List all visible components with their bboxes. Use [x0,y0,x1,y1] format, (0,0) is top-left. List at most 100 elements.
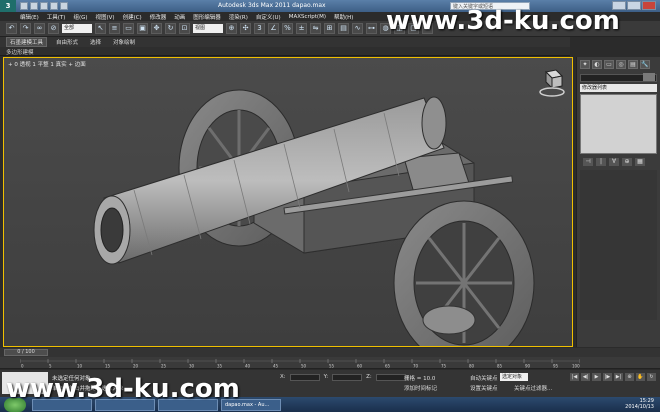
modify-tab-icon[interactable]: ◐ [592,60,602,69]
redo-icon[interactable] [60,2,68,10]
menu-create[interactable]: 创建(C) [123,13,142,21]
tick-label: 80 [469,364,475,369]
clock-date: 2014/10/13 [625,404,654,410]
ribbon-sub-label[interactable]: 多边形建模 [6,48,34,56]
orbit-icon[interactable]: ↻ [647,373,656,381]
percent-snap-icon[interactable]: % [282,23,293,34]
menu-animation[interactable]: 动画 [174,13,185,21]
pivot-icon[interactable]: ⊕ [226,23,237,34]
menu-group[interactable]: 组(G) [73,13,87,21]
make-unique-icon[interactable]: ∀ [609,158,619,166]
tab-graphite-modeling[interactable]: 石墨建模工具 [6,37,48,47]
layer-manager-icon[interactable]: ▤ [338,23,349,34]
remove-modifier-icon[interactable]: ⊕ [622,158,632,166]
save-file-icon[interactable] [40,2,48,10]
move-icon[interactable]: ✥ [151,23,162,34]
menu-graph-editors[interactable]: 图形编辑器 [193,13,221,21]
z-coordinate-field[interactable] [375,374,406,381]
menu-help[interactable]: 帮助(H) [334,13,353,21]
motion-tab-icon[interactable]: ◎ [616,60,626,69]
spinner-snap-icon[interactable]: ± [296,23,307,34]
tick-label: 35 [217,364,223,369]
tab-freeform[interactable]: 自由形式 [53,38,81,46]
window-crossing-icon[interactable]: ▣ [137,23,148,34]
undo-icon[interactable] [50,2,58,10]
menu-customize[interactable]: 自定义(U) [256,13,281,21]
track-bar[interactable]: 0 5 10 15 20 25 30 35 40 45 50 55 60 65 70 75 80 85 90 95 10… [0,357,660,369]
select-object-icon[interactable]: ↖ [95,23,106,34]
tick-label: 5 [49,364,52,369]
menu-views[interactable]: 视图(V) [96,13,115,21]
modifier-list-dropdown[interactable]: 修改器列表 [580,84,657,92]
scale-icon[interactable]: ⊡ [179,23,190,34]
menu-edit[interactable]: 编辑(E) [20,13,39,21]
show-end-result-icon[interactable]: | [596,158,606,166]
x-coordinate-field[interactable] [289,374,320,381]
time-slider[interactable]: 0 / 100 [4,349,48,356]
open-file-icon[interactable] [30,2,38,10]
auto-key-button[interactable]: 自动关键点 [470,374,498,382]
menu-modifiers[interactable]: 修改器 [150,13,167,21]
snap-toggle-icon[interactable]: 3 [254,23,265,34]
menu-rendering[interactable]: 渲染(R) [229,13,248,21]
set-key-button[interactable]: 设置关键点 [470,384,498,392]
stack-tools: ⊣ | ∀ ⊕ ▦ [577,156,660,168]
time-slider-bar: 0 / 100 [0,348,660,357]
next-frame-icon[interactable]: |▶ [603,373,612,381]
menu-maxscript[interactable]: MAXScript(M) [289,14,326,20]
ribbon-tabs: 石墨建模工具 自由形式 选择 对象绘制 [0,37,570,47]
new-file-icon[interactable] [20,2,28,10]
go-to-end-icon[interactable]: ▶| [614,373,623,381]
display-tab-icon[interactable]: ▤ [628,60,638,69]
manipulate-icon[interactable]: ✣ [240,23,251,34]
pin-stack-icon[interactable]: ⊣ [583,158,593,166]
tick-label: 100 [572,364,580,369]
app-logo-icon[interactable]: 3 [0,0,16,12]
configure-sets-icon[interactable]: ▦ [635,158,645,166]
maximize-button[interactable] [627,1,641,10]
prev-frame-icon[interactable]: ◀| [581,373,590,381]
schematic-view-icon[interactable]: ⊶ [366,23,377,34]
link-icon[interactable]: ∞ [34,23,45,34]
mirror-icon[interactable]: ⇋ [310,23,321,34]
system-clock[interactable]: 15:29 2014/10/13 [625,398,654,410]
tick-label: 70 [413,364,419,369]
tick-label: 25 [161,364,167,369]
modifier-stack[interactable] [580,94,657,154]
rect-selection-icon[interactable]: ▭ [123,23,134,34]
command-panel-tabs: ✦ ◐ ▭ ◎ ▤ 🔧 [577,57,660,72]
y-coordinate-field[interactable] [332,374,363,381]
tab-selection[interactable]: 选择 [87,38,104,46]
redo-button[interactable]: ↷ [20,23,31,34]
select-by-name-icon[interactable]: ≡ [109,23,120,34]
selection-filter-dropdown[interactable]: 全部 [62,24,92,33]
reference-coord-dropdown[interactable]: 视图 [193,24,223,33]
play-icon[interactable]: ▶ [592,373,601,381]
hierarchy-tab-icon[interactable]: ▭ [604,60,614,69]
tick-label: 10 [77,364,83,369]
object-color-swatch[interactable] [643,73,655,81]
playback-controls: |◀ ◀| ▶ |▶ ▶| ⊕ ✋ ↻ [570,373,656,381]
tab-object-paint[interactable]: 对象绘制 [110,38,138,46]
unlink-icon[interactable]: ⊘ [48,23,59,34]
viewcube-icon[interactable] [538,68,566,98]
add-time-tag[interactable]: 添加时间标记 [404,384,437,392]
tick-label: 85 [497,364,503,369]
rotate-icon[interactable]: ↻ [165,23,176,34]
ribbon-panel: 多边形建模 [0,47,570,56]
tick-label: 95 [553,364,559,369]
selection-set-dropdown[interactable]: 选定对象 [500,373,528,381]
key-filters-button[interactable]: 关键点过滤器... [514,384,552,392]
angle-snap-icon[interactable]: ∠ [268,23,279,34]
perspective-viewport[interactable]: + 0 透视 1 平整 1 真实 + 边面 [3,57,573,347]
pan-icon[interactable]: ✋ [636,373,645,381]
undo-button[interactable]: ↶ [6,23,17,34]
curve-editor-icon[interactable]: ∿ [352,23,363,34]
utilities-tab-icon[interactable]: 🔧 [640,60,650,69]
create-tab-icon[interactable]: ✦ [580,60,590,69]
go-to-start-icon[interactable]: |◀ [570,373,579,381]
close-button[interactable] [642,1,656,10]
zoom-icon[interactable]: ⊕ [625,373,634,381]
align-icon[interactable]: ⊞ [324,23,335,34]
menu-tools[interactable]: 工具(T) [47,13,66,21]
